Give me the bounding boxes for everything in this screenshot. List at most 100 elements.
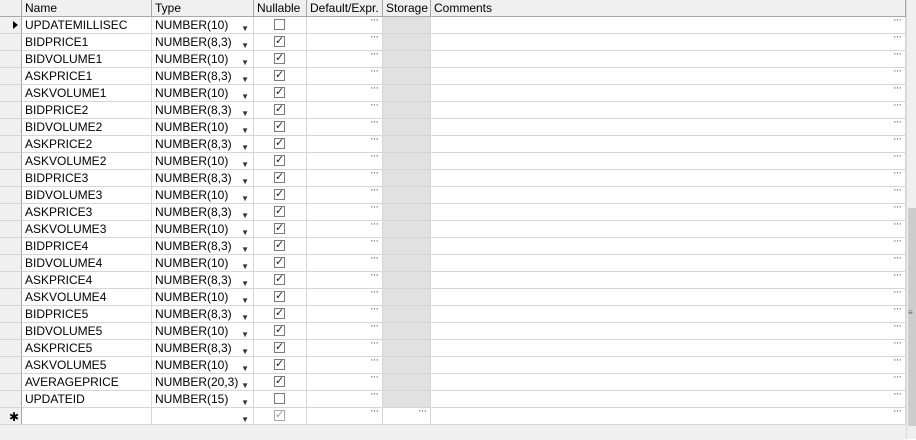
- storage-cell[interactable]: [383, 68, 431, 85]
- default-expr-cell[interactable]: ···: [307, 119, 383, 136]
- row-indicator[interactable]: [0, 221, 22, 238]
- nullable-cell[interactable]: [254, 17, 307, 34]
- column-type-cell[interactable]: NUMBER(10) ▼: [152, 85, 254, 102]
- nullable-cell[interactable]: ✓: [254, 204, 307, 221]
- dropdown-arrow-icon[interactable]: ▼: [241, 156, 249, 169]
- ellipsis-icon[interactable]: ···: [370, 391, 379, 400]
- nullable-checkbox-icon[interactable]: ✓: [274, 172, 285, 183]
- column-name-cell[interactable]: UPDATEID: [22, 391, 152, 408]
- column-type-cell[interactable]: NUMBER(8,3) ▼: [152, 272, 254, 289]
- nullable-cell[interactable]: ✓: [254, 323, 307, 340]
- ellipsis-icon[interactable]: ···: [893, 323, 902, 332]
- comments-cell[interactable]: ···: [431, 408, 906, 425]
- ellipsis-icon[interactable]: ···: [370, 408, 379, 417]
- nullable-checkbox-icon[interactable]: ✓: [274, 189, 285, 200]
- nullable-cell[interactable]: ✓: [254, 85, 307, 102]
- dropdown-arrow-icon[interactable]: ▼: [241, 292, 249, 305]
- nullable-cell[interactable]: ✓: [254, 187, 307, 204]
- column-name-cell[interactable]: ASKVOLUME3: [22, 221, 152, 238]
- nullable-checkbox-icon[interactable]: ✓: [274, 70, 285, 81]
- ellipsis-icon[interactable]: ···: [370, 374, 379, 383]
- column-name-cell[interactable]: [22, 408, 152, 425]
- ellipsis-icon[interactable]: ···: [893, 340, 902, 349]
- default-expr-cell[interactable]: ···: [307, 306, 383, 323]
- nullable-cell[interactable]: ✓: [254, 221, 307, 238]
- vertical-scrollbar[interactable]: ≡: [906, 0, 916, 439]
- default-expr-cell[interactable]: ···: [307, 289, 383, 306]
- column-type-cell[interactable]: NUMBER(8,3) ▼: [152, 340, 254, 357]
- storage-cell[interactable]: [383, 119, 431, 136]
- row-indicator[interactable]: [0, 85, 22, 102]
- scrollbar-thumb[interactable]: [908, 208, 916, 426]
- column-type-cell[interactable]: NUMBER(10) ▼: [152, 357, 254, 374]
- row-indicator[interactable]: [0, 136, 22, 153]
- nullable-checkbox-icon[interactable]: ✓: [274, 325, 285, 336]
- ellipsis-icon[interactable]: ···: [893, 119, 902, 128]
- row-indicator[interactable]: [0, 323, 22, 340]
- column-type-cell[interactable]: NUMBER(8,3) ▼: [152, 306, 254, 323]
- dropdown-arrow-icon[interactable]: ▼: [241, 377, 249, 390]
- nullable-cell[interactable]: ✓: [254, 119, 307, 136]
- comments-cell[interactable]: ···: [431, 34, 906, 51]
- column-name-cell[interactable]: ASKVOLUME5: [22, 357, 152, 374]
- ellipsis-icon[interactable]: ···: [893, 85, 902, 94]
- comments-cell[interactable]: ···: [431, 323, 906, 340]
- comments-cell[interactable]: ···: [431, 255, 906, 272]
- storage-cell[interactable]: [383, 85, 431, 102]
- default-expr-cell[interactable]: ···: [307, 85, 383, 102]
- dropdown-arrow-icon[interactable]: ▼: [241, 88, 249, 101]
- comments-cell[interactable]: ···: [431, 102, 906, 119]
- column-name-cell[interactable]: BIDVOLUME1: [22, 51, 152, 68]
- storage-cell[interactable]: [383, 374, 431, 391]
- comments-cell[interactable]: ···: [431, 272, 906, 289]
- dropdown-arrow-icon[interactable]: ▼: [241, 207, 249, 220]
- storage-cell[interactable]: [383, 153, 431, 170]
- storage-cell[interactable]: [383, 204, 431, 221]
- header-storage[interactable]: Storage: [383, 0, 431, 17]
- ellipsis-icon[interactable]: ···: [418, 408, 427, 417]
- column-type-cell[interactable]: NUMBER(20,3) ▼: [152, 374, 254, 391]
- ellipsis-icon[interactable]: ···: [893, 357, 902, 366]
- storage-cell[interactable]: [383, 272, 431, 289]
- header-type[interactable]: Type: [152, 0, 254, 17]
- ellipsis-icon[interactable]: ···: [370, 323, 379, 332]
- dropdown-arrow-icon[interactable]: ▼: [241, 190, 249, 203]
- default-expr-cell[interactable]: ···: [307, 340, 383, 357]
- nullable-checkbox-icon[interactable]: ✓: [274, 138, 285, 149]
- nullable-cell[interactable]: ✓: [254, 255, 307, 272]
- nullable-cell[interactable]: ✓: [254, 68, 307, 85]
- ellipsis-icon[interactable]: ···: [893, 408, 902, 417]
- ellipsis-icon[interactable]: ···: [893, 272, 902, 281]
- header-nullable[interactable]: Nullable: [254, 0, 307, 17]
- ellipsis-icon[interactable]: ···: [893, 51, 902, 60]
- ellipsis-icon[interactable]: ···: [370, 221, 379, 230]
- nullable-cell[interactable]: ✓: [254, 306, 307, 323]
- default-expr-cell[interactable]: ···: [307, 51, 383, 68]
- column-name-cell[interactable]: ASKPRICE4: [22, 272, 152, 289]
- nullable-checkbox-icon[interactable]: ✓: [274, 274, 285, 285]
- nullable-cell[interactable]: [254, 391, 307, 408]
- ellipsis-icon[interactable]: ···: [893, 34, 902, 43]
- storage-cell[interactable]: [383, 187, 431, 204]
- column-name-cell[interactable]: ASKVOLUME1: [22, 85, 152, 102]
- column-type-cell[interactable]: NUMBER(10) ▼: [152, 221, 254, 238]
- nullable-cell[interactable]: ✓: [254, 357, 307, 374]
- row-indicator[interactable]: [0, 289, 22, 306]
- column-type-cell[interactable]: NUMBER(8,3) ▼: [152, 102, 254, 119]
- column-name-cell[interactable]: ASKPRICE3: [22, 204, 152, 221]
- ellipsis-icon[interactable]: ···: [893, 306, 902, 315]
- default-expr-cell[interactable]: ···: [307, 357, 383, 374]
- nullable-checkbox-icon[interactable]: ✓: [274, 376, 285, 387]
- ellipsis-icon[interactable]: ···: [370, 238, 379, 247]
- default-expr-cell[interactable]: ···: [307, 34, 383, 51]
- storage-cell[interactable]: [383, 340, 431, 357]
- ellipsis-icon[interactable]: ···: [370, 357, 379, 366]
- row-indicator[interactable]: [0, 204, 22, 221]
- row-indicator[interactable]: [0, 170, 22, 187]
- dropdown-arrow-icon[interactable]: ▼: [241, 360, 249, 373]
- column-type-cell[interactable]: ▼: [152, 408, 254, 425]
- dropdown-arrow-icon[interactable]: ▼: [241, 224, 249, 237]
- row-indicator[interactable]: [0, 255, 22, 272]
- row-indicator[interactable]: [0, 238, 22, 255]
- storage-cell[interactable]: [383, 357, 431, 374]
